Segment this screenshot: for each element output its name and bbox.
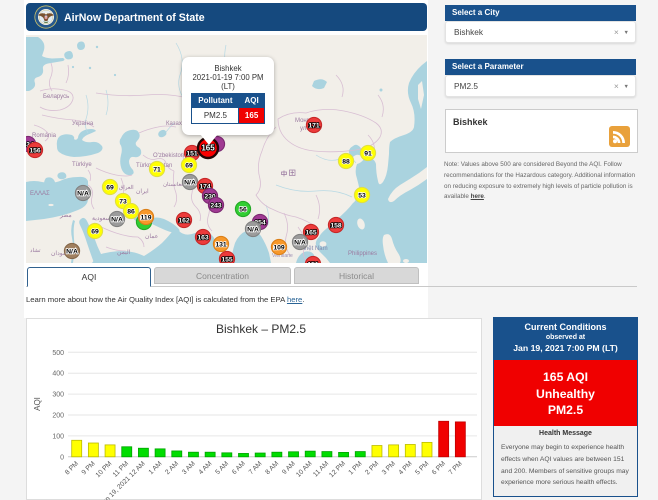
- svg-text:86: 86: [127, 209, 135, 216]
- svg-text:155: 155: [221, 257, 233, 263]
- svg-text:171: 171: [308, 123, 320, 130]
- svg-text:N/A: N/A: [184, 180, 196, 187]
- svg-text:3 PM: 3 PM: [381, 460, 397, 476]
- svg-text:165: 165: [201, 144, 215, 153]
- svg-text:69: 69: [91, 229, 99, 236]
- svg-text:6 AM: 6 AM: [231, 460, 247, 476]
- svg-text:151: 151: [307, 262, 319, 263]
- svg-text:88: 88: [342, 159, 350, 166]
- svg-text:500: 500: [52, 350, 64, 357]
- svg-text:N/A: N/A: [66, 249, 78, 256]
- svg-text:158: 158: [330, 223, 342, 230]
- svg-text:6 PM: 6 PM: [431, 460, 447, 476]
- svg-text:N/A: N/A: [294, 240, 306, 247]
- svg-text:109: 109: [273, 245, 285, 252]
- svg-text:73: 73: [119, 199, 127, 206]
- svg-text:69: 69: [185, 163, 193, 170]
- svg-text:N/A: N/A: [77, 191, 89, 198]
- svg-text:300: 300: [52, 392, 64, 399]
- svg-text:2 AM: 2 AM: [164, 460, 180, 476]
- svg-text:400: 400: [52, 371, 64, 378]
- svg-text:8 AM: 8 AM: [264, 460, 280, 476]
- svg-text:AQI: AQI: [33, 397, 42, 411]
- svg-text:165: 165: [305, 230, 317, 237]
- svg-text:91: 91: [364, 151, 372, 158]
- svg-text:10 AM: 10 AM: [295, 460, 314, 479]
- svg-text:11 AM: 11 AM: [312, 460, 330, 478]
- svg-text:4 PM: 4 PM: [398, 460, 414, 476]
- svg-text:0: 0: [60, 454, 64, 461]
- svg-text:5 PM: 5 PM: [414, 460, 430, 476]
- svg-text:119: 119: [141, 215, 152, 222]
- svg-text:162: 162: [178, 218, 190, 225]
- svg-text:71: 71: [153, 167, 161, 174]
- svg-text:5 AM: 5 AM: [214, 460, 230, 476]
- svg-text:7 PM: 7 PM: [448, 460, 464, 476]
- svg-text:7 AM: 7 AM: [248, 460, 264, 476]
- svg-text:100: 100: [52, 433, 64, 440]
- svg-text:1 AM: 1 AM: [148, 460, 164, 476]
- svg-text:156: 156: [29, 148, 41, 155]
- svg-text:56: 56: [239, 207, 247, 214]
- svg-text:N/A: N/A: [247, 227, 259, 234]
- svg-text:53: 53: [358, 193, 366, 200]
- svg-text:163: 163: [197, 235, 209, 242]
- svg-text:12 PM: 12 PM: [328, 460, 347, 479]
- svg-text:10 PM: 10 PM: [95, 460, 114, 479]
- svg-text:N/A: N/A: [111, 217, 123, 224]
- svg-text:8 PM: 8 PM: [64, 460, 80, 476]
- svg-text:1 PM: 1 PM: [347, 460, 363, 476]
- svg-text:2 PM: 2 PM: [364, 460, 380, 476]
- svg-text:200: 200: [52, 413, 64, 420]
- svg-text:131: 131: [215, 242, 227, 249]
- svg-text:151: 151: [186, 151, 198, 158]
- svg-text:243: 243: [210, 203, 222, 210]
- svg-text:69: 69: [106, 185, 114, 192]
- svg-text:4 AM: 4 AM: [198, 460, 214, 476]
- svg-text:3 AM: 3 AM: [181, 460, 197, 476]
